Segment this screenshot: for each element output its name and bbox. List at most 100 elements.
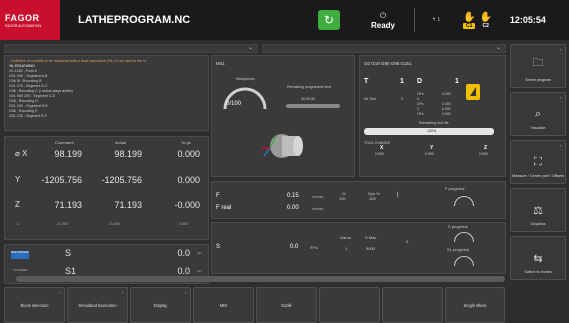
gama-value: 1 — [345, 246, 348, 251]
tc-value: 0.000 — [425, 152, 434, 156]
axis-actual: -1205.756 — [101, 175, 142, 185]
tool-t-label: T — [364, 78, 369, 85]
softkey-label: Display — [153, 302, 168, 308]
axis-command: 71.193 — [54, 200, 82, 210]
tc-value: 0.000 — [479, 152, 488, 156]
select-program-button[interactable]: + 🗀 Select program — [510, 44, 566, 88]
feed-real-unit: mm/rev — [312, 207, 324, 211]
spindle-label: S — [216, 244, 221, 250]
graphics-button[interactable]: ⚖ Graphics — [510, 188, 566, 232]
tool-change-label: TOOL CHANGE — [364, 141, 390, 145]
display-button[interactable]: + Display — [130, 287, 191, 323]
channel-1[interactable]: ✋ C1 — [463, 12, 475, 29]
axis-actual: 71.193 — [114, 200, 142, 210]
softkey-label: Switch to inches — [524, 269, 552, 274]
more-indicator: + — [559, 47, 562, 52]
exblk-button[interactable]: Exblk — [256, 287, 317, 323]
simulated-execution-button[interactable]: + Simulated Execution — [67, 287, 128, 323]
channel-indicator: ↰ 1 — [431, 17, 441, 23]
empty-softkey[interactable] — [319, 287, 380, 323]
axis-c-togo: 0.000 — [179, 222, 188, 226]
spindle-name: S1 — [65, 266, 77, 276]
part-3d-icon — [262, 134, 303, 158]
axis-name: ⌀ X — [15, 149, 28, 158]
togo-header: To go — [181, 140, 191, 145]
program-name: LATHEPROGRAM.NC — [78, 14, 191, 26]
smax-value: 9000 — [366, 246, 375, 251]
softkey-label: MDI — [219, 302, 228, 308]
brand-sub: FAGOR AUTOMATION — [5, 23, 42, 28]
top-bar: FAGOR FAGOR AUTOMATION LATHEPROGRAM.NC ↻… — [0, 0, 569, 40]
offset-value: 0.000 — [442, 102, 451, 106]
state-text: Ready — [370, 20, 395, 30]
visualize-button[interactable]: + ⌕ Visualize — [510, 92, 566, 136]
spindle-badge: MAIN SPINDLE — [11, 251, 29, 259]
axis-actual: 98.199 — [114, 149, 142, 159]
cnc-screen: FAGOR FAGOR AUTOMATION LATHEPROGRAM.NC ↻… — [0, 0, 569, 323]
single-block-button[interactable]: Single Block — [445, 287, 505, 323]
remaining-time: 00:00:30 — [301, 97, 315, 101]
offset-value: 0.000 — [442, 107, 451, 111]
view-dropdown[interactable]: ⌄ — [262, 44, 506, 53]
tool-t-value: 1 — [400, 78, 404, 85]
switch-inches-button[interactable]: ⇆ Switch to inches — [510, 236, 566, 280]
more-indicator: + — [559, 95, 562, 100]
channel-label: C1 — [463, 22, 476, 29]
measure-button[interactable]: + ⛶ Measure / Center part / Offsets — [510, 140, 566, 184]
tc-value: 0.000 — [375, 152, 384, 156]
axis-togo: 0.000 — [177, 175, 200, 185]
remaining-bar — [286, 104, 340, 108]
channel-2[interactable]: ✋ C2 — [479, 12, 491, 29]
feed-value: 0.15 — [287, 193, 299, 199]
spindle-speed: 0.0 — [290, 244, 299, 250]
tool-insert-icon — [466, 84, 480, 100]
program-listing[interactable]: ; Definition of a profile to be machined… — [4, 55, 209, 131]
fagor-logo: FAGOR FAGOR AUTOMATION — [0, 0, 60, 40]
offset-label: OFs — [417, 102, 424, 106]
tool-d-value: 1 — [455, 78, 459, 85]
cycle-start-icon[interactable]: ↻ — [318, 10, 340, 30]
axis-name: Z — [15, 200, 20, 209]
program-line: G01 Z30 ; Segment E-F — [9, 114, 48, 118]
modal-codes: G0 G18 G90 G95 G151 — [364, 61, 412, 66]
channel-label: C2 — [482, 22, 489, 29]
feed-label: F — [216, 193, 220, 199]
spindle1-gauge — [454, 256, 474, 266]
next-tool-label: Nx Tool — [364, 97, 376, 101]
softkey-label: Measure / Center part / Offsets — [511, 173, 565, 178]
horizontal-scrollbar[interactable] — [16, 276, 505, 282]
workpieces-label: Workpieces — [236, 77, 255, 81]
tc-axis: Y — [430, 145, 434, 151]
empty-softkey[interactable] — [382, 287, 443, 323]
chevron-down-icon: ⌄ — [247, 45, 253, 51]
axis-command: 98.199 — [54, 149, 82, 159]
power-icon: ⏻ — [379, 10, 387, 20]
axis-togo: -0.000 — [174, 200, 200, 210]
next-tool-value: 0 — [401, 97, 403, 101]
clock: 12:05:54 — [509, 15, 546, 25]
axis-c-actual: 21.000 — [109, 222, 120, 226]
axis-c-command: 21.000 — [57, 222, 68, 226]
spindle-gauge — [454, 232, 474, 242]
block-selection-button[interactable]: + Block selection — [4, 287, 65, 323]
axis-row-x: ⌀ X 98.199 98.199 0.000 — [5, 149, 210, 173]
gama-label: Gama — [340, 235, 351, 240]
axis-c-name: C — [17, 222, 20, 226]
axis-row-y: Y -1205.756 -1205.756 0.000 — [5, 175, 210, 199]
program-dropdown[interactable]: ⌄ — [4, 44, 258, 53]
spindle-value: 0.0 — [177, 248, 190, 258]
mdi-button[interactable]: MDI — [193, 287, 254, 323]
more-indicator: + — [559, 143, 562, 148]
tool-panel: G0 G18 G90 G95 G151 T 1 D 1 Nx Tool 0 OF… — [359, 55, 506, 177]
offset-value: 0.000 — [442, 92, 451, 96]
offset-label: X — [417, 97, 420, 101]
axes-panel: Command Actual To go ⌀ X 98.199 98.199 0… — [4, 136, 209, 240]
workpiece-panel: M41 Workpieces 0/100 Remaining programme… — [211, 55, 355, 177]
softkey-label: Visualize — [530, 125, 546, 130]
feed-gauge-label: F prog/real — [445, 186, 465, 191]
brand-name: FAGOR — [5, 12, 40, 23]
softkey-label: Exblk — [281, 302, 292, 308]
smax-label: S Max — [365, 235, 377, 240]
feed-panel: F F real 0.15 0.00 mm/rev mm/rev % 100 D… — [211, 181, 506, 219]
hand-icon: ✋ — [463, 11, 476, 23]
